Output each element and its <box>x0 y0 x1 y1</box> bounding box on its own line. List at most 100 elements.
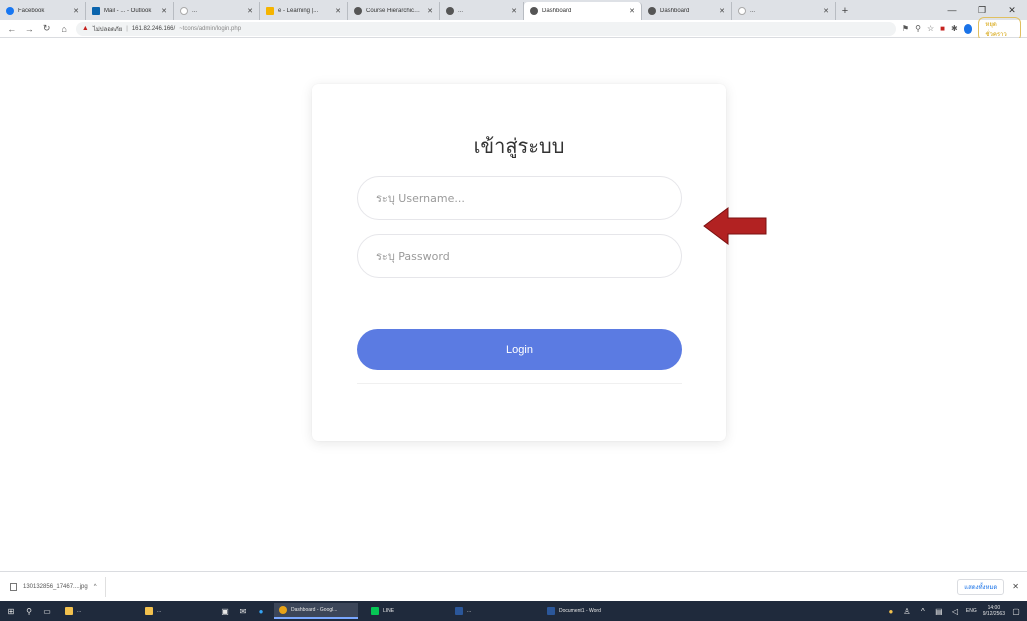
download-file-name: 130132856_17467....jpg <box>23 583 88 590</box>
clock-date: 9/12/2563 <box>982 611 1005 617</box>
search-icon[interactable]: ⚲ <box>24 606 34 616</box>
close-icon[interactable]: ✕ <box>161 7 167 15</box>
show-all-button[interactable]: แสดงทั้งหมด <box>957 578 1005 595</box>
course-icon <box>354 7 362 15</box>
username-input[interactable] <box>357 176 682 220</box>
folder-icon <box>145 607 153 615</box>
people-icon[interactable]: ♙ <box>902 606 912 616</box>
close-icon[interactable]: ✕ <box>247 7 253 15</box>
language-indicator[interactable]: ENG <box>966 608 977 614</box>
word-icon <box>455 607 463 615</box>
tab-title: Dashboard <box>660 8 690 14</box>
notification-icon[interactable]: ▢ <box>1011 606 1021 616</box>
tab-home[interactable]: ... ✕ <box>440 2 524 20</box>
taskbar-app-label: LINE <box>383 608 395 614</box>
taskbar-app-folder-1[interactable]: ... <box>60 603 132 619</box>
tab-title: e - Learning |... <box>278 8 319 14</box>
download-bar-actions: แสดงทั้งหมด ✕ <box>957 578 1019 595</box>
volume-icon[interactable]: ◁ <box>950 606 960 616</box>
tab-title: ... <box>458 8 464 14</box>
tab-dashboard-active[interactable]: Dashboard ✕ <box>524 2 642 20</box>
close-icon[interactable]: ✕ <box>823 7 829 15</box>
browser-toolbar: ← → ↻ ⌂ ▲ ไม่ปลอดภัย | 161.82.246.166/~t… <box>0 16 1027 41</box>
clock[interactable]: 14:00 9/12/2563 <box>983 605 1005 617</box>
close-icon[interactable]: ✕ <box>1012 582 1019 591</box>
taskbar-app-word-2[interactable]: Document1 - Word <box>542 603 626 619</box>
taskbar: ⊞ ⚲ ▭ ... ... ▣ ✉ ● Dashboard - Googl...… <box>0 601 1027 621</box>
home-icon[interactable]: ⌂ <box>58 24 69 34</box>
login-button[interactable]: Login <box>357 329 682 370</box>
login-title: เข้าสู่ระบบ <box>473 134 565 158</box>
tab-google-1[interactable]: ... ✕ <box>174 2 260 20</box>
url-host: 161.82.246.166/ <box>131 25 176 32</box>
download-item[interactable]: 130132856_17467....jpg ^ <box>8 576 106 597</box>
close-icon[interactable]: ✕ <box>719 7 725 15</box>
store-icon[interactable]: ▣ <box>220 606 230 616</box>
back-icon[interactable]: ← <box>6 24 17 34</box>
taskbar-app-label: ... <box>77 608 82 614</box>
tab-outlook[interactable]: Mail - ... - Outlook ✕ <box>86 2 174 20</box>
tab-title: Dashboard <box>542 8 572 14</box>
puzzle-icon[interactable]: ✱ <box>951 24 958 33</box>
reload-icon[interactable]: ↻ <box>41 23 52 34</box>
divider <box>357 383 682 384</box>
close-icon[interactable]: ✕ <box>511 7 517 15</box>
word-icon <box>547 607 555 615</box>
mail-icon[interactable]: ✉ <box>238 606 248 616</box>
tab-title: Course Hierarchical Vi... <box>366 8 423 14</box>
address-bar[interactable]: ▲ ไม่ปลอดภัย | 161.82.246.166/~tcons/adm… <box>75 21 896 36</box>
google-icon <box>180 7 188 15</box>
chrome-icon <box>446 7 454 15</box>
chevron-up-icon[interactable]: ^ <box>94 584 97 590</box>
taskbar-app-chrome[interactable]: Dashboard - Googl... <box>274 603 358 619</box>
taskbar-app-label: ... <box>467 608 472 614</box>
tab-google-2[interactable]: ... ✕ <box>732 2 836 20</box>
folder-icon <box>65 607 73 615</box>
chevron-up-icon[interactable]: ^ <box>918 606 928 616</box>
tab-facebook[interactable]: Facebook ✕ <box>0 2 86 20</box>
warning-icon: ▲ <box>81 25 89 32</box>
star-icon[interactable]: ☆ <box>927 24 934 33</box>
tab-title: Mail - ... - Outlook <box>104 8 152 14</box>
forward-icon[interactable]: → <box>23 24 34 34</box>
network-icon[interactable]: ▤ <box>934 606 944 616</box>
taskbar-app-folder-2[interactable]: ... <box>140 603 212 619</box>
extension-icon[interactable]: ■ <box>940 24 945 33</box>
password-input[interactable] <box>357 234 682 278</box>
dashboard-icon <box>530 7 538 15</box>
chrome-icon <box>279 606 287 614</box>
tab-course[interactable]: Course Hierarchical Vi... ✕ <box>348 2 440 20</box>
taskbar-app-line[interactable]: LINE <box>366 603 442 619</box>
line-icon <box>371 607 379 615</box>
close-icon[interactable]: ✕ <box>629 7 635 15</box>
download-bar: 130132856_17467....jpg ^ แสดงทั้งหมด ✕ <box>0 571 1027 601</box>
taskbar-app-label: Dashboard - Googl... <box>291 607 338 613</box>
image-file-icon <box>10 582 17 591</box>
zoom-icon[interactable]: ⚲ <box>915 24 921 33</box>
browser-tab-strip: Facebook ✕ Mail - ... - Outlook ✕ ... ✕ … <box>0 0 1027 20</box>
close-icon[interactable]: ✕ <box>335 7 341 15</box>
system-tray: ● ♙ ^ ▤ ◁ ENG 14:00 9/12/2563 ▢ <box>886 605 1021 617</box>
sync-paused-button[interactable]: หยุดชั่วคราว <box>978 16 1021 41</box>
translate-icon[interactable]: ⚑ <box>902 24 909 33</box>
page-content: เข้าสู่ระบบ Login <box>0 38 1027 571</box>
facebook-icon <box>6 7 14 15</box>
toolbar-actions: ⚑ ⚲ ☆ ■ ✱ หยุดชั่วคราว <box>902 16 1021 41</box>
red-arrow-annotation <box>703 207 767 245</box>
url-path: ~tcons/admin/login.php <box>179 25 242 32</box>
weather-icon[interactable]: ● <box>886 606 896 616</box>
tab-elearning[interactable]: e - Learning |... ✕ <box>260 2 348 20</box>
close-icon[interactable]: ✕ <box>73 7 79 15</box>
google-icon <box>738 7 746 15</box>
profile-avatar[interactable] <box>963 23 973 34</box>
tab-dashboard[interactable]: Dashboard ✕ <box>642 2 732 20</box>
tab-title: Facebook <box>18 8 45 14</box>
taskbar-app-label: ... <box>157 608 162 614</box>
edge-icon[interactable]: ● <box>256 606 266 616</box>
taskbar-app-word-1[interactable]: ... <box>450 603 534 619</box>
security-label: ไม่ปลอดภัย <box>92 26 123 33</box>
task-view-icon[interactable]: ▭ <box>42 606 52 616</box>
new-tab-button[interactable]: + <box>836 2 854 20</box>
close-icon[interactable]: ✕ <box>427 7 433 15</box>
windows-start-icon[interactable]: ⊞ <box>6 606 16 616</box>
